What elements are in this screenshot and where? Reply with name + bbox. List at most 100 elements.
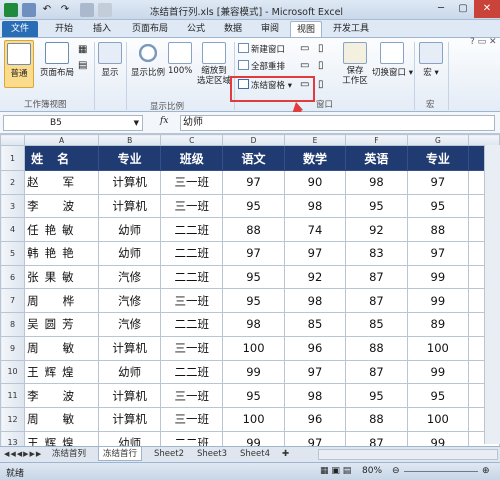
table-cell[interactable]: 计算机 — [98, 335, 162, 361]
sync-scroll-icon[interactable]: ▯ — [318, 60, 324, 71]
row-header[interactable]: 8 — [0, 312, 26, 337]
save-workspace-button[interactable]: 保存 工作区 — [338, 42, 372, 86]
table-cell[interactable]: 任艳敏 — [24, 217, 100, 243]
fx-icon[interactable]: fx — [160, 116, 168, 126]
table-cell[interactable]: 83 — [345, 241, 408, 266]
table-cell[interactable]: 计算机 — [98, 406, 162, 432]
table-cell[interactable]: 96 — [283, 406, 347, 432]
print-icon[interactable] — [80, 3, 94, 17]
header-cell[interactable]: 姓名 — [24, 145, 100, 171]
tab-formulas[interactable]: 公式 — [180, 21, 212, 38]
table-cell[interactable]: 100 — [222, 335, 285, 361]
row-header[interactable]: 9 — [0, 335, 26, 361]
table-cell[interactable]: 85 — [345, 312, 408, 337]
switch-windows-button[interactable]: 切换窗口 ▾ — [372, 42, 413, 78]
sheet-tab[interactable]: Sheet2 — [150, 447, 188, 461]
table-cell[interactable]: 88 — [222, 217, 285, 243]
table-cell[interactable]: 周敏 — [24, 335, 100, 361]
table-cell[interactable]: 87 — [345, 288, 408, 314]
table-cell[interactable]: 李波 — [24, 383, 100, 408]
table-cell[interactable]: 二二班 — [160, 430, 224, 446]
zoom-100-button[interactable]: 100% — [168, 42, 192, 76]
column-header[interactable]: C — [160, 134, 224, 146]
page-layout-view-button[interactable]: 页面布局 — [38, 42, 76, 78]
row-header[interactable]: 1 — [0, 145, 26, 171]
zoom-slider[interactable] — [404, 471, 478, 472]
name-box[interactable]: B5 ▼ — [3, 115, 143, 131]
formula-input[interactable]: 幼师 — [180, 115, 495, 131]
table-cell[interactable]: 100 — [406, 406, 470, 432]
table-cell[interactable]: 92 — [345, 217, 408, 243]
zoom-in-icon[interactable]: ⊕ — [482, 466, 490, 476]
table-cell[interactable]: 95 — [222, 264, 285, 290]
sheet-tab[interactable]: Sheet4 — [236, 447, 274, 461]
table-cell[interactable]: 95 — [222, 383, 285, 408]
row-header[interactable]: 5 — [0, 241, 26, 266]
table-cell[interactable]: 95 — [406, 383, 470, 408]
table-cell[interactable]: 汽修 — [98, 312, 162, 337]
table-cell[interactable]: 99 — [406, 264, 470, 290]
table-cell[interactable]: 幼师 — [98, 359, 162, 385]
table-cell[interactable]: 99 — [222, 430, 285, 446]
table-cell[interactable]: 汽修 — [98, 288, 162, 314]
table-cell[interactable]: 王辉煌 — [24, 430, 100, 446]
table-cell[interactable]: 87 — [345, 430, 408, 446]
redo-icon[interactable]: ↷ — [58, 3, 72, 17]
table-cell[interactable]: 周敏 — [24, 406, 100, 432]
worksheet-grid[interactable]: A B C D E F G 1 姓名 专业 班级 语文 数学 英语 专业 2 赵军… — [0, 134, 500, 446]
table-cell[interactable]: 二二班 — [160, 217, 224, 243]
table-cell[interactable]: 二二班 — [160, 359, 224, 385]
preview-icon[interactable] — [98, 3, 112, 17]
zoom-button[interactable]: 显示比例 — [130, 42, 166, 78]
sheet-tab[interactable]: Sheet3 — [193, 447, 231, 461]
select-all-corner[interactable] — [0, 134, 26, 146]
row-header[interactable]: 2 — [0, 170, 26, 195]
other-views-icon[interactable]: ▦ — [78, 44, 87, 55]
tab-home[interactable]: 开始 — [48, 21, 80, 38]
column-header[interactable]: F — [345, 134, 408, 146]
new-window-button[interactable]: 新建窗口 — [238, 43, 285, 55]
table-cell[interactable]: 幼师 — [98, 430, 162, 446]
table-cell[interactable]: 计算机 — [98, 170, 162, 195]
arrange-all-button[interactable]: 全部重排 — [238, 60, 285, 72]
table-cell[interactable]: 97 — [283, 359, 347, 385]
tab-developer[interactable]: 开发工具 — [328, 21, 374, 38]
row-header[interactable]: 13 — [0, 430, 26, 446]
table-cell[interactable]: 97 — [406, 170, 470, 195]
zoom-out-icon[interactable]: ⊖ — [392, 466, 400, 476]
view-mode-icons[interactable]: ▦ ▣ ▤ — [320, 466, 351, 476]
table-cell[interactable]: 98 — [283, 383, 347, 408]
tab-insert[interactable]: 插入 — [86, 21, 118, 38]
table-cell[interactable]: 97 — [222, 170, 285, 195]
show-button[interactable]: 显示 — [97, 42, 123, 78]
table-cell[interactable]: 三一班 — [160, 383, 224, 408]
table-cell[interactable]: 99 — [222, 359, 285, 385]
header-cell[interactable]: 数学 — [283, 145, 347, 171]
row-header[interactable]: 7 — [0, 288, 26, 314]
table-cell[interactable]: 三一班 — [160, 288, 224, 314]
table-cell[interactable]: 97 — [283, 241, 347, 266]
column-header[interactable] — [468, 134, 500, 146]
table-cell[interactable]: 88 — [345, 406, 408, 432]
table-cell[interactable]: 98 — [222, 312, 285, 337]
header-cell[interactable]: 专业 — [98, 145, 162, 171]
row-header[interactable]: 6 — [0, 264, 26, 290]
tab-file[interactable]: 文件 — [2, 21, 38, 38]
hide-icon[interactable]: ▭ — [300, 60, 309, 71]
zoom-to-selection-button[interactable]: 缩放到 选定区域 — [196, 42, 232, 86]
table-cell[interactable]: 98 — [345, 170, 408, 195]
table-cell[interactable]: 90 — [283, 170, 347, 195]
zoom-level[interactable]: 80% — [362, 466, 382, 476]
table-cell[interactable]: 三一班 — [160, 193, 224, 219]
reset-position-icon[interactable]: ▯ — [318, 79, 324, 90]
table-cell[interactable]: 周桦 — [24, 288, 100, 314]
table-cell[interactable]: 三一班 — [160, 170, 224, 195]
tab-review[interactable]: 审阅 — [254, 21, 286, 38]
table-cell[interactable]: 74 — [283, 217, 347, 243]
table-cell[interactable]: 97 — [406, 241, 470, 266]
table-cell[interactable]: 二二班 — [160, 264, 224, 290]
table-cell[interactable]: 92 — [283, 264, 347, 290]
table-cell[interactable]: 95 — [222, 193, 285, 219]
header-cell[interactable]: 英语 — [345, 145, 408, 171]
table-cell[interactable]: 汽修 — [98, 264, 162, 290]
